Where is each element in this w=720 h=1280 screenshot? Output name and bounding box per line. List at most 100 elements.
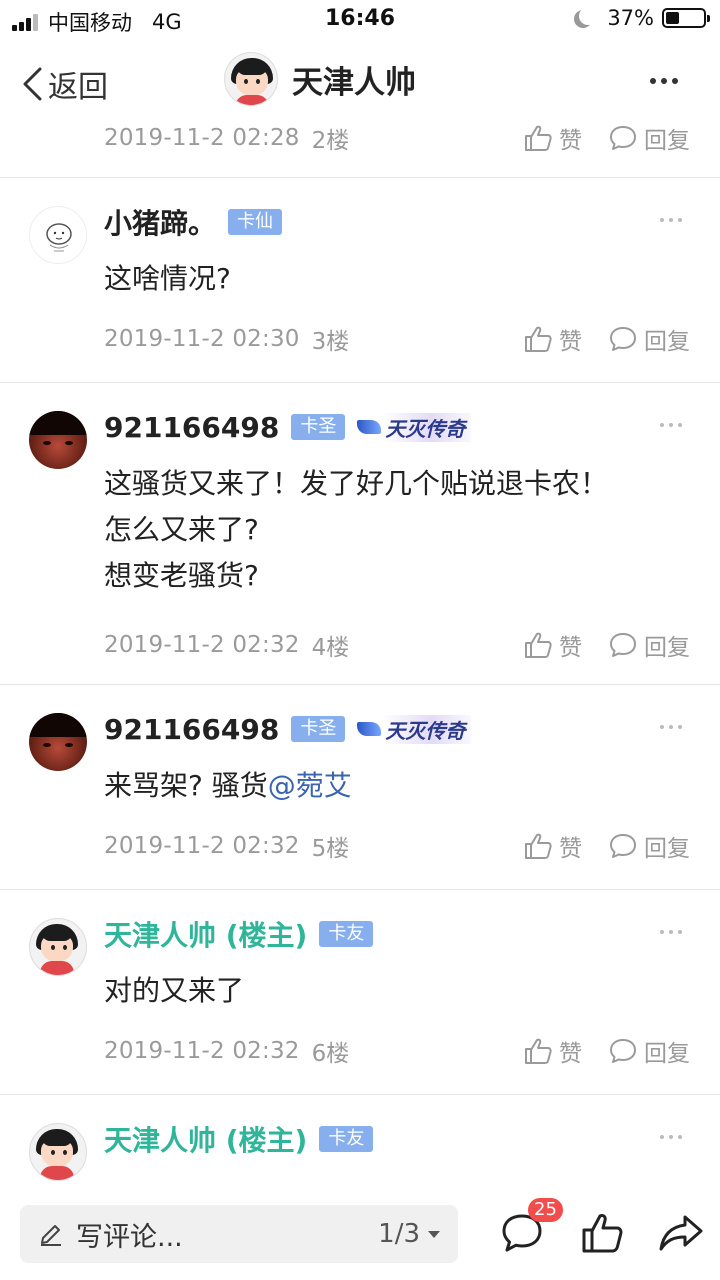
like-button[interactable]: 赞	[523, 121, 582, 155]
username[interactable]: 天津人帅 (楼主)	[104, 1119, 307, 1159]
avatar[interactable]	[29, 411, 87, 469]
post-item: 921166498 卡圣 天灭传奇 来骂架? 骚货@菀艾 2019-11-2 0…	[0, 684, 720, 889]
post-text-line: 这啥情况?	[104, 262, 231, 295]
avatar[interactable]	[29, 206, 87, 264]
nav-title-group[interactable]: 天津人帅	[224, 52, 416, 106]
username[interactable]: 小猪蹄。	[104, 202, 216, 242]
like-button[interactable]: 赞	[523, 628, 582, 662]
comment-input[interactable]: 写评论... 1/3	[20, 1205, 458, 1263]
page-indicator: 1/3	[378, 1219, 420, 1249]
reply-label: 回复	[644, 128, 690, 154]
avatar[interactable]	[29, 918, 87, 976]
user-avatar-icon	[29, 1123, 87, 1181]
post-text-line: 想变老骚货?	[104, 559, 259, 592]
nav-bar: 返回 天津人帅	[0, 44, 720, 118]
page-title: 天津人帅	[292, 64, 416, 101]
reply-button[interactable]: 回复	[608, 628, 690, 662]
post-header: 天津人帅 (楼主) 卡友	[104, 912, 374, 956]
level-badge: 卡圣	[291, 716, 346, 742]
post-actions: 赞 回复	[523, 829, 690, 863]
swoosh-icon	[357, 722, 382, 736]
post-item: 小猪蹄。 卡仙 这啥情况? 2019-11-2 02:30 3楼 赞 回复	[0, 177, 720, 382]
page-selector[interactable]: 1/3	[378, 1219, 440, 1249]
reply-button[interactable]: 回复	[608, 121, 690, 155]
avatar	[224, 52, 278, 106]
bottom-bar: 写评论... 1/3 25	[0, 1190, 720, 1280]
username[interactable]: 天津人帅 (楼主)	[104, 914, 307, 954]
username[interactable]: 921166498	[104, 411, 279, 444]
post-meta: 2019-11-2 02:32 6楼 赞 回复	[104, 1031, 690, 1071]
post-header: 小猪蹄。 卡仙	[104, 200, 283, 244]
like-label: 赞	[559, 1041, 582, 1067]
reply-label: 回复	[644, 836, 690, 862]
post-time: 2019-11-2 02:32	[104, 632, 300, 658]
thumbs-up-icon	[525, 1038, 552, 1064]
back-label: 返回	[48, 70, 108, 105]
post-text-line: 这骚货又来了！发了好几个贴说退卡农！	[104, 467, 609, 500]
post-more-icon[interactable]	[655, 725, 682, 729]
share-button[interactable]	[658, 1212, 704, 1258]
post-item: 天津人帅 (楼主) 卡友	[0, 1094, 720, 1190]
thumbs-up-icon	[525, 326, 552, 352]
chevron-left-icon	[23, 67, 42, 101]
like-thread-button[interactable]	[580, 1212, 624, 1258]
reply-button[interactable]: 回复	[608, 322, 690, 356]
post-item: 天津人帅 (楼主) 卡友 对的又来了 2019-11-2 02:32 6楼 赞 …	[0, 889, 720, 1094]
comment-icon	[610, 126, 636, 150]
like-button[interactable]: 赞	[523, 829, 582, 863]
level-badge: 卡仙	[228, 209, 283, 235]
moon-icon	[579, 7, 597, 25]
post-header: 天津人帅 (楼主) 卡友	[104, 1117, 374, 1161]
like-button[interactable]: 赞	[523, 1034, 582, 1068]
post-header: 921166498 卡圣 天灭传奇	[104, 405, 472, 449]
post-meta: 2019-11-2 02:30 3楼 赞 回复	[104, 319, 690, 359]
swoosh-icon	[357, 420, 382, 434]
reply-button[interactable]: 回复	[608, 1034, 690, 1068]
mention-link[interactable]: @菀艾	[268, 769, 352, 802]
comment-count-badge: 25	[528, 1198, 563, 1222]
thumbs-up-icon	[525, 632, 552, 658]
thumbs-up-icon	[582, 1214, 623, 1253]
post-item: 921166498 卡圣 天灭传奇 这骚货又来了！发了好几个贴说退卡农！ 怎么又…	[0, 382, 720, 684]
post-time: 2019-11-2 02:30	[104, 326, 300, 352]
username[interactable]: 921166498	[104, 713, 279, 746]
post-body: 这啥情况?	[104, 256, 231, 302]
comment-icon	[610, 1039, 636, 1063]
post-text-line: 来骂架? 骚货@菀艾	[104, 763, 352, 809]
like-button[interactable]: 赞	[523, 322, 582, 356]
back-button[interactable]: 返回	[22, 62, 108, 106]
post-text-line: 怎么又来了?	[104, 513, 259, 546]
title-tag: 天灭传奇	[357, 714, 472, 744]
post-meta: 2019-11-2 02:28 2楼 赞 回复	[104, 118, 690, 158]
comment-placeholder: 写评论...	[76, 1221, 183, 1253]
more-icon[interactable]	[645, 78, 678, 84]
avatar[interactable]	[29, 713, 87, 771]
status-right: 37%	[573, 6, 710, 30]
avatar[interactable]	[29, 1123, 87, 1181]
post-floor: 6楼	[311, 1041, 350, 1067]
post-more-icon[interactable]	[655, 218, 682, 222]
post-more-icon[interactable]	[655, 1135, 682, 1139]
title-tag-label: 天灭传奇	[383, 412, 472, 442]
user-avatar-icon	[29, 411, 87, 469]
comment-icon	[610, 327, 636, 351]
like-label: 赞	[559, 836, 582, 862]
comment-icon	[610, 834, 636, 858]
post-body: 对的又来了	[104, 968, 244, 1014]
comment-icon	[610, 633, 636, 657]
post-text: 来骂架? 骚货	[104, 769, 268, 802]
post-more-icon[interactable]	[655, 423, 682, 427]
thumbs-up-icon	[525, 833, 552, 859]
share-icon	[659, 1215, 703, 1251]
like-label: 赞	[559, 635, 582, 661]
post-more-icon[interactable]	[655, 930, 682, 934]
post-floor: 3楼	[311, 329, 350, 355]
post-actions: 赞 回复	[523, 1034, 690, 1068]
reply-button[interactable]: 回复	[608, 829, 690, 863]
thumbs-up-icon	[525, 125, 552, 151]
battery-icon	[662, 8, 710, 28]
battery-percent: 37%	[607, 6, 654, 30]
pig-avatar-icon	[29, 206, 87, 264]
reply-label: 回复	[644, 1041, 690, 1067]
thread-content[interactable]: 2019-11-2 02:28 2楼 赞 回复 小猪蹄。 卡仙 这啥情况? 20…	[0, 118, 720, 1190]
